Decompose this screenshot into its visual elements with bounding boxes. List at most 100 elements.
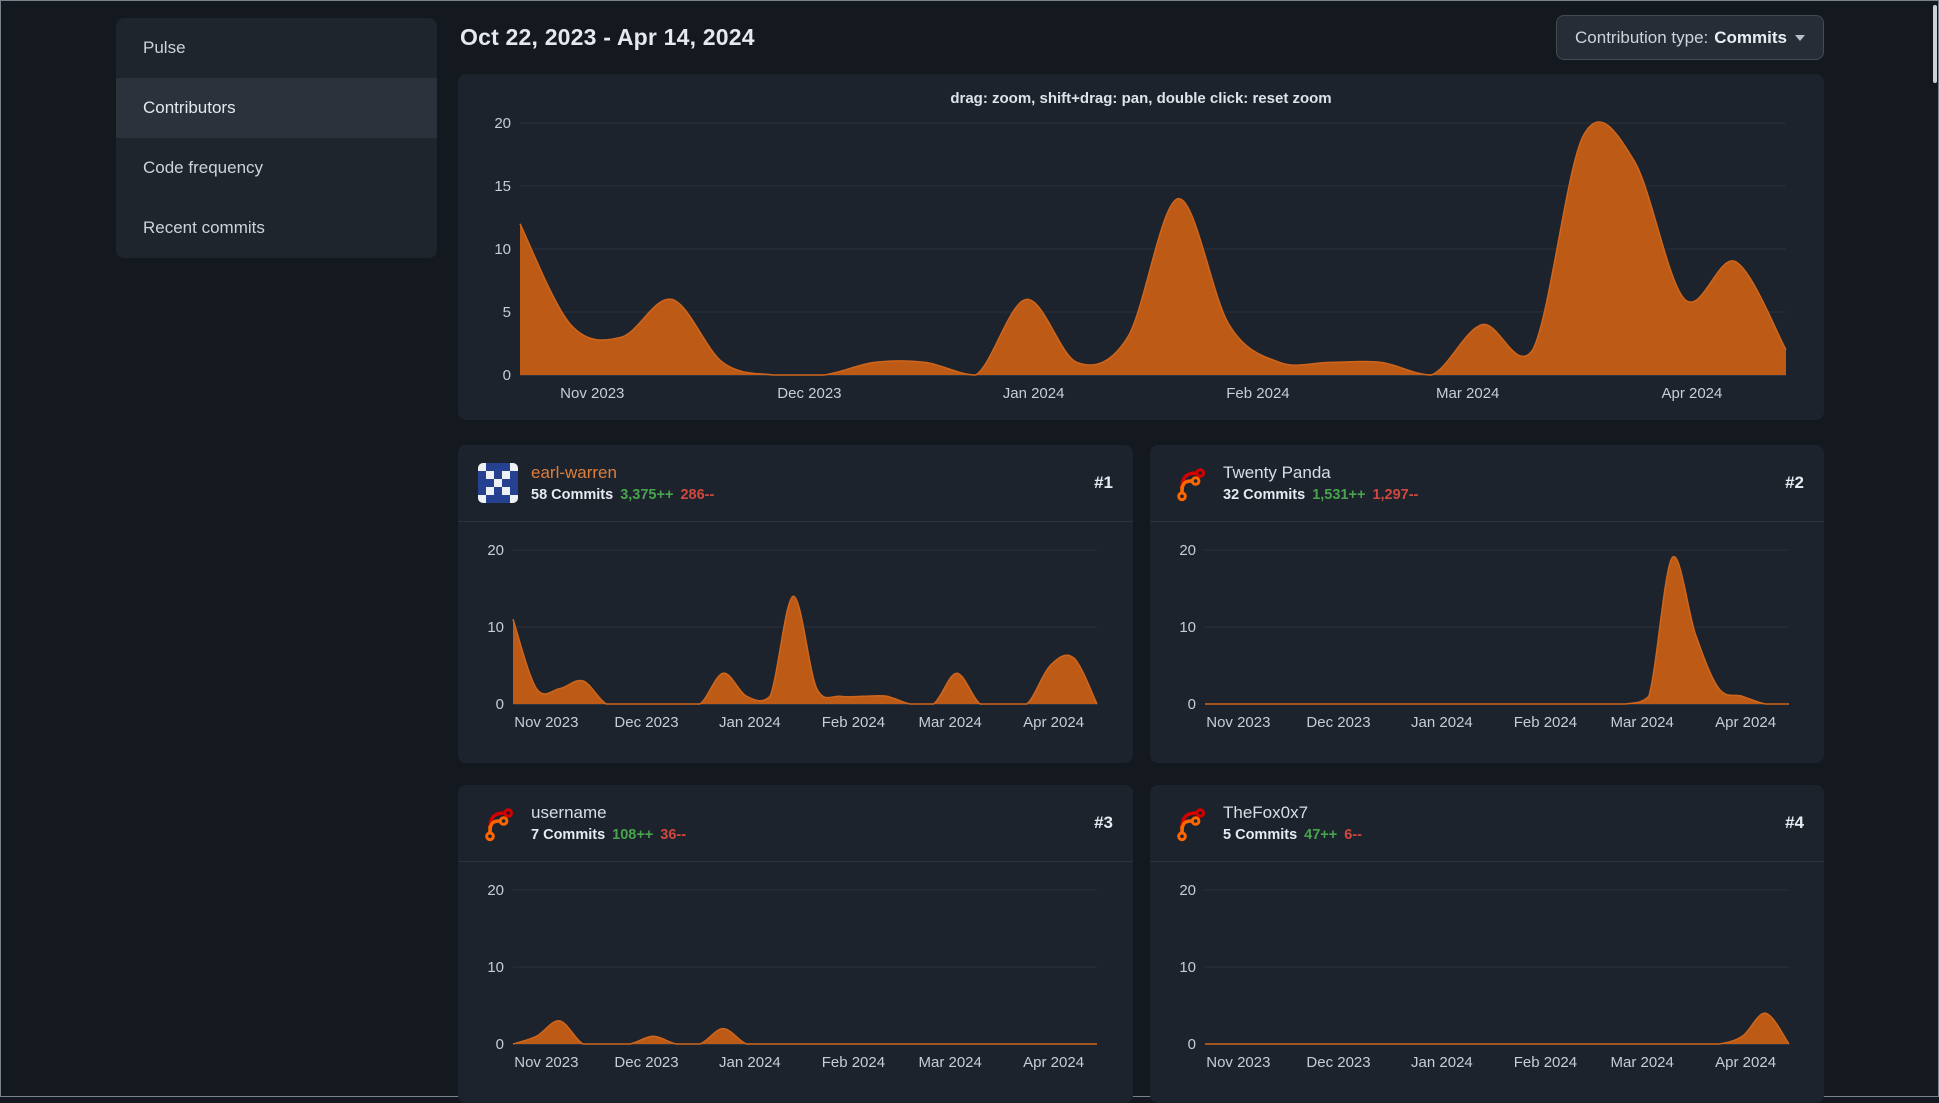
sidebar-item-recent-commits[interactable]: Recent commits [116,198,437,258]
svg-text:Apr 2024: Apr 2024 [1023,1054,1084,1071]
svg-text:10: 10 [487,619,504,636]
svg-text:Dec 2023: Dec 2023 [614,714,678,731]
chart-zoom-hint: drag: zoom, shift+drag: pan, double clic… [950,90,1332,107]
contributor-commits-chart[interactable]: 0 10 20 Nov 2023 Dec 2023 Jan 2024 Feb 2024 Mar… [473,528,1113,736]
sidebar-item-code-frequency[interactable]: Code frequency [116,138,437,198]
contributor-card: username 7 Commits 108++ 36-- #3 0 10 20 No… [458,785,1133,1103]
svg-text:0: 0 [496,696,504,713]
contributor-name-link[interactable]: username [531,803,686,823]
contributor-name-link[interactable]: TheFox0x7 [1223,803,1362,823]
sidebar-item-contributors[interactable]: Contributors [116,78,437,138]
activity-sidebar-menu: Pulse Contributors Code frequency Recent… [116,18,437,258]
svg-text:Mar 2024: Mar 2024 [1610,1054,1673,1071]
contributor-avatar[interactable] [1170,803,1210,843]
contributor-name-link[interactable]: earl-warren [531,463,714,483]
svg-text:Mar 2024: Mar 2024 [918,714,981,731]
contributor-commits-chart[interactable]: 0 10 20 Nov 2023 Dec 2023 Jan 2024 Feb 2024 Mar… [1165,528,1805,736]
svg-text:10: 10 [487,959,504,976]
svg-text:20: 20 [487,542,504,559]
contributor-additions: 3,375++ [620,487,674,503]
svg-text:Jan 2024: Jan 2024 [1003,385,1065,402]
contributor-additions: 108++ [612,827,654,843]
contributor-rank-badge: #2 [1785,473,1804,492]
svg-text:20: 20 [494,115,511,132]
contributor-avatar[interactable] [478,463,518,503]
svg-text:0: 0 [496,1036,504,1053]
identicon-avatar-image [478,463,518,503]
contributor-card-header: Twenty Panda 32 Commits 1,531++ 1,297-- … [1150,445,1824,522]
svg-text:Mar 2024: Mar 2024 [1436,385,1499,402]
svg-text:20: 20 [487,882,504,899]
contributor-commit-count: 58 Commits [531,487,614,503]
svg-text:Jan 2024: Jan 2024 [1411,714,1473,731]
contributor-card: Twenty Panda 32 Commits 1,531++ 1,297-- … [1150,445,1824,763]
svg-text:Feb 2024: Feb 2024 [822,1054,885,1071]
contributor-cards-grid: earl-warren 58 Commits 3,375++ 286-- #1 … [458,445,1824,1103]
main-content: Oct 22, 2023 - Apr 14, 2024 Contribution… [458,0,1824,1103]
contributor-avatar[interactable] [478,803,518,843]
svg-text:20: 20 [1179,882,1196,899]
forgejo-logo-icon [1177,468,1206,502]
contributor-card: TheFox0x7 5 Commits 47++ 6-- #4 0 10 20 Nov… [1150,785,1824,1103]
contributor-commits-chart[interactable]: 0 10 20 Nov 2023 Dec 2023 Jan 2024 Feb 2024 Mar… [1165,868,1805,1076]
contributor-identity: Twenty Panda 32 Commits 1,531++ 1,297-- [1223,463,1418,503]
contributors-content: drag: zoom, shift+drag: pan, double clic… [458,74,1824,1103]
svg-text:Dec 2023: Dec 2023 [777,385,841,402]
contributor-stats: 32 Commits 1,531++ 1,297-- [1223,487,1418,503]
svg-text:0: 0 [503,367,511,384]
contributor-chart-area: 0 10 20 Nov 2023 Dec 2023 Jan 2024 Feb 2024 Mar… [1150,862,1824,1076]
contributor-card-header: username 7 Commits 108++ 36-- #3 [458,785,1133,862]
svg-text:Nov 2023: Nov 2023 [514,714,578,731]
overall-contributions-card: drag: zoom, shift+drag: pan, double clic… [458,74,1824,420]
svg-text:Apr 2024: Apr 2024 [1715,714,1776,731]
contributor-additions: 47++ [1304,827,1338,843]
contributor-deletions: 286-- [680,487,715,503]
svg-text:Feb 2024: Feb 2024 [1226,385,1289,402]
contributor-chart-area: 0 10 20 Nov 2023 Dec 2023 Jan 2024 Feb 2024 Mar… [458,522,1133,736]
contribution-type-dropdown[interactable]: Contribution type: Commits [1556,15,1824,60]
svg-text:Dec 2023: Dec 2023 [1306,714,1370,731]
contribution-type-label: Contribution type: [1575,27,1709,47]
contribution-type-value: Commits [1714,27,1787,47]
contributor-stats: 7 Commits 108++ 36-- [531,827,686,843]
svg-text:0: 0 [1188,1036,1196,1053]
contributor-card-header: earl-warren 58 Commits 3,375++ 286-- #1 [458,445,1133,522]
svg-text:Jan 2024: Jan 2024 [719,714,781,731]
contributor-commit-count: 7 Commits [531,827,606,843]
contributor-avatar[interactable] [1170,463,1210,503]
svg-text:5: 5 [503,304,511,321]
contributor-deletions: 36-- [660,827,687,843]
contributor-card: earl-warren 58 Commits 3,375++ 286-- #1 … [458,445,1133,763]
svg-text:10: 10 [1179,619,1196,636]
svg-text:Apr 2024: Apr 2024 [1715,1054,1776,1071]
svg-text:Apr 2024: Apr 2024 [1023,714,1084,731]
svg-text:Dec 2023: Dec 2023 [1306,1054,1370,1071]
contributor-commit-count: 32 Commits [1223,487,1306,503]
svg-text:10: 10 [494,241,511,258]
contributor-identity: TheFox0x7 5 Commits 47++ 6-- [1223,803,1362,843]
date-range-title: Oct 22, 2023 - Apr 14, 2024 [460,24,755,50]
svg-text:Jan 2024: Jan 2024 [719,1054,781,1071]
forgejo-logo-icon [1177,808,1206,842]
contributor-rank-badge: #3 [1094,813,1113,832]
svg-text:10: 10 [1179,959,1196,976]
scrollbar-thumb[interactable] [1933,5,1937,83]
svg-text:Nov 2023: Nov 2023 [560,385,624,402]
contributor-commits-chart[interactable]: 0 10 20 Nov 2023 Dec 2023 Jan 2024 Feb 2024 Mar… [473,868,1113,1076]
svg-text:Nov 2023: Nov 2023 [1206,714,1270,731]
contributor-chart-area: 0 10 20 Nov 2023 Dec 2023 Jan 2024 Feb 2024 Mar… [1150,522,1824,736]
sidebar-item-pulse[interactable]: Pulse [116,18,437,78]
overall-contributions-chart[interactable]: 0 5 10 15 20 Nov 2023 Dec 2023 Jan 2024 Feb 2024… [478,113,1804,409]
contributor-stats: 58 Commits 3,375++ 286-- [531,487,714,503]
contributor-rank-badge: #4 [1785,813,1804,832]
svg-text:Feb 2024: Feb 2024 [1514,714,1577,731]
contributor-deletions: 1,297-- [1372,487,1419,503]
svg-text:Feb 2024: Feb 2024 [1514,1054,1577,1071]
svg-text:Feb 2024: Feb 2024 [822,714,885,731]
svg-text:Mar 2024: Mar 2024 [1610,714,1673,731]
contributor-stats: 5 Commits 47++ 6-- [1223,827,1362,843]
svg-text:Nov 2023: Nov 2023 [1206,1054,1270,1071]
contributor-name-link[interactable]: Twenty Panda [1223,463,1418,483]
contributor-rank-badge: #1 [1094,473,1113,492]
svg-text:15: 15 [494,178,511,195]
